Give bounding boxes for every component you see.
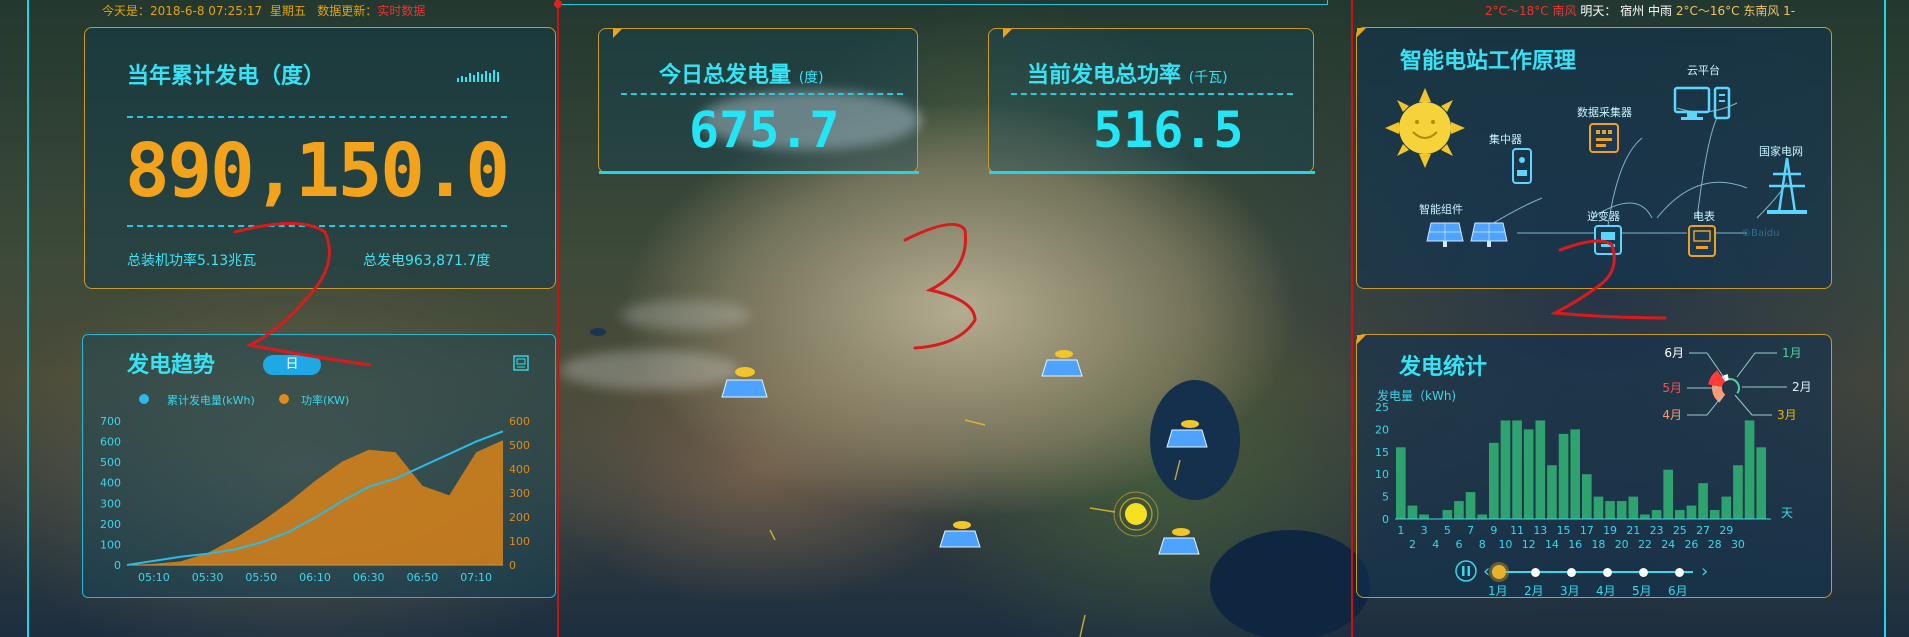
solar-station-marker <box>1166 420 1208 448</box>
map-markers <box>233 222 1667 637</box>
solar-station-marker <box>1041 350 1083 377</box>
solar-station-marker <box>721 367 768 398</box>
solar-station-marker <box>1158 528 1200 555</box>
active-station-marker <box>1113 491 1159 537</box>
solar-station-marker <box>939 521 981 548</box>
annotation-scribble <box>233 222 1667 367</box>
dashboard: 今天是：2018-6-8 07:25:17 星期五 数据更新：实时数据 2°C～… <box>0 0 1909 637</box>
